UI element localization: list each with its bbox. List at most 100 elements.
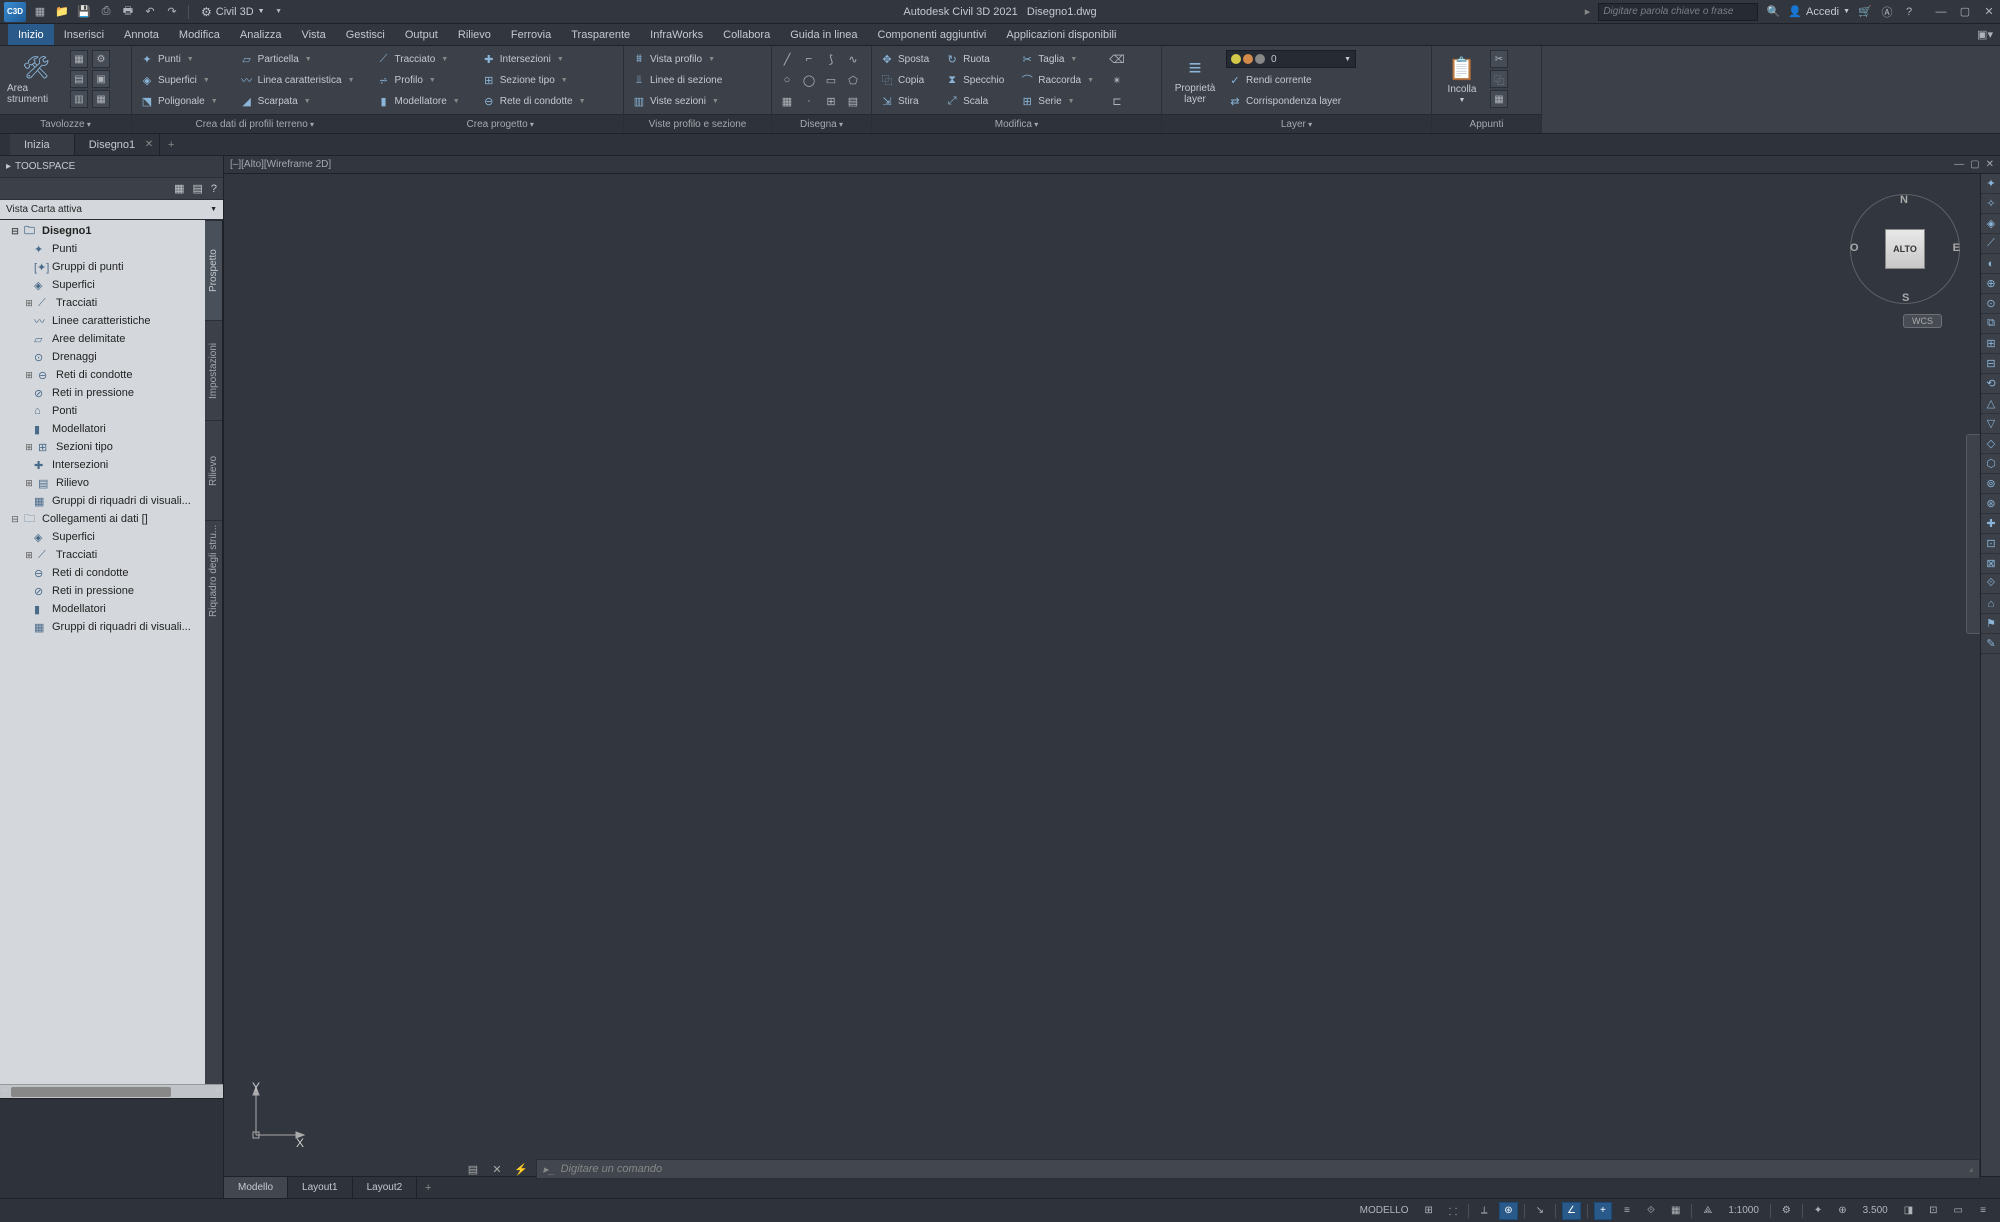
rt-btn[interactable]: ⌂ xyxy=(1981,594,2000,614)
status-model[interactable]: MODELLO xyxy=(1355,1202,1414,1220)
drawing-canvas[interactable]: N S E O ALTO WCS Y X ✦ ✧ ◈ ⟋ ◐ ⊕ ⊙ xyxy=(224,174,2000,1176)
circle-icon[interactable]: ○ xyxy=(778,71,796,89)
stira-button[interactable]: ⇲Stira xyxy=(878,92,931,110)
tab-overflow-icon[interactable]: ▣▾ xyxy=(1978,28,1992,42)
sposta-button[interactable]: ✥Sposta xyxy=(878,50,931,68)
tree-node[interactable]: ◈Superfici xyxy=(0,528,205,546)
polyline-icon[interactable]: ⌐ xyxy=(800,50,818,68)
status-polar-icon[interactable]: ⊛ xyxy=(1499,1202,1517,1220)
tab-trasparente[interactable]: Trasparente xyxy=(561,24,640,45)
incolla-button[interactable]: 📋 Incolla▼ xyxy=(1438,50,1486,110)
vista-profilo-dropdown[interactable]: ⩩Vista profilo▼ xyxy=(630,50,724,68)
tree-node[interactable]: ◈Superfici xyxy=(0,276,205,294)
palette-btn-1[interactable]: ▦ xyxy=(70,50,88,68)
ruota-button[interactable]: ↻Ruota xyxy=(943,50,1006,68)
cart-icon[interactable]: 🛒 xyxy=(1858,5,1872,19)
viewcube-o[interactable]: O xyxy=(1850,242,1859,254)
tab-annota[interactable]: Annota xyxy=(114,24,169,45)
punti-dropdown[interactable]: ✦Punti▼ xyxy=(138,50,220,68)
status-clean-icon[interactable]: ▭ xyxy=(1949,1202,1968,1220)
rt-btn[interactable]: ⟋ xyxy=(1981,234,2000,254)
tree-node[interactable]: ⊞⊖Reti di condotte xyxy=(0,366,205,384)
tree-node[interactable]: [✦]Gruppi di punti xyxy=(0,258,205,276)
specchio-button[interactable]: ⧗Specchio xyxy=(943,71,1006,89)
vp-close-icon[interactable]: ✕ xyxy=(1986,159,1994,170)
paste-spec-button[interactable]: ▦ xyxy=(1490,90,1508,108)
qat-redo-icon[interactable]: ↷ xyxy=(164,4,180,20)
status-decimal[interactable]: 3.500 xyxy=(1858,1202,1893,1220)
cut-button[interactable]: ✂ xyxy=(1490,50,1508,68)
scala-button[interactable]: ⤢Scala xyxy=(943,92,1006,110)
filetab-disegno1[interactable]: Disegno1✕ xyxy=(75,134,160,155)
ts-pin-icon[interactable]: ▸ xyxy=(6,161,11,172)
tab-ferrovia[interactable]: Ferrovia xyxy=(501,24,561,45)
qat-new-icon[interactable]: ▦ xyxy=(32,4,48,20)
sezione-tipo-dropdown[interactable]: ⊞Sezione tipo▼ xyxy=(480,71,588,89)
qat-more-icon[interactable]: ▼ xyxy=(271,4,287,20)
proprieta-layer-button[interactable]: ≡ Proprietà layer xyxy=(1168,50,1222,110)
vp-min-icon[interactable]: — xyxy=(1954,159,1964,170)
layouttab-modello[interactable]: Modello xyxy=(224,1177,288,1198)
viewcube-n[interactable]: N xyxy=(1900,194,1908,206)
tree-node[interactable]: ⊞⊞Sezioni tipo xyxy=(0,438,205,456)
status-qp-icon[interactable]: ▦ xyxy=(1666,1202,1685,1220)
signin-button[interactable]: 👤Accedi▼ xyxy=(1788,5,1850,18)
sidetab-riquadro[interactable]: Riquadro degli stru... xyxy=(205,520,222,620)
tree-root2[interactable]: ⊟🗀Collegamenti ai dati [] xyxy=(0,510,205,528)
tree-root[interactable]: ⊟🗀Disegno1 xyxy=(0,222,205,240)
toolspace-tree[interactable]: ⊟🗀Disegno1 ✦Punti [✦]Gruppi di punti ◈Su… xyxy=(0,220,205,1084)
sidetab-impostazioni[interactable]: Impostazioni xyxy=(205,320,222,420)
panel-title-disegna[interactable]: Disegna xyxy=(800,119,843,130)
copy-clip-button[interactable]: ⿻ xyxy=(1490,70,1508,88)
ts-tool-2[interactable]: ▤ xyxy=(192,182,202,195)
tab-inizio[interactable]: Inizio xyxy=(8,24,54,45)
command-input[interactable]: ▸_ Digitare un comando ▴ xyxy=(536,1159,1980,1179)
explode-icon[interactable]: ✴ xyxy=(1108,71,1126,89)
tab-vista[interactable]: Vista xyxy=(291,24,335,45)
tree-node[interactable]: ✦Punti xyxy=(0,240,205,258)
rt-btn[interactable]: ▽ xyxy=(1981,414,2000,434)
copia-button[interactable]: ⿻Copia xyxy=(878,71,931,89)
tree-node[interactable]: ⊞⟋Tracciati xyxy=(0,294,205,312)
hatch-icon[interactable]: ▦ xyxy=(778,92,796,110)
tracciato-dropdown[interactable]: ⟋Tracciato▼ xyxy=(375,50,462,68)
sidetab-rilievo[interactable]: Rilievo xyxy=(205,420,222,520)
rt-btn[interactable]: ⚑ xyxy=(1981,614,2000,634)
rendi-corrente-button[interactable]: ✓Rendi corrente xyxy=(1226,71,1425,89)
offset-icon[interactable]: ⊏ xyxy=(1108,92,1126,110)
scarpata-dropdown[interactable]: ◢Scarpata▼ xyxy=(238,92,357,110)
rt-btn[interactable]: ⟲ xyxy=(1981,374,2000,394)
modellatore-dropdown[interactable]: ▮Modellatore▼ xyxy=(375,92,462,110)
line-icon[interactable]: ╱ xyxy=(778,50,796,68)
qat-saveas-icon[interactable]: ⎙ xyxy=(98,4,114,20)
palette-btn-4[interactable]: ⚙ xyxy=(92,50,110,68)
app-store-icon[interactable]: Ⓐ xyxy=(1880,5,1894,19)
tree-node[interactable]: ▮Modellatori xyxy=(0,600,205,618)
status-dyn-icon[interactable]: + xyxy=(1594,1202,1612,1220)
viewcube-e[interactable]: E xyxy=(1953,242,1960,254)
layouttab-layout1[interactable]: Layout1 xyxy=(288,1177,353,1198)
intersezioni-dropdown[interactable]: ✚Intersezioni▼ xyxy=(480,50,588,68)
status-iso-icon[interactable]: ◨ xyxy=(1899,1202,1918,1220)
rt-btn[interactable]: ⊟ xyxy=(1981,354,2000,374)
panel-title-tavolozze[interactable]: Tavolozze xyxy=(40,119,91,130)
panel-title-crea-dati[interactable]: Crea dati di profili terreno xyxy=(132,119,378,130)
rt-btn[interactable]: ⊕ xyxy=(1981,274,2000,294)
viewcube-face[interactable]: ALTO xyxy=(1885,229,1925,269)
vp-max-icon[interactable]: ▢ xyxy=(1970,159,1979,170)
layouttab-layout2[interactable]: Layout2 xyxy=(353,1177,418,1198)
status-annoscale-icon[interactable]: ⟁ xyxy=(1698,1202,1717,1220)
toolspace-view-combo[interactable]: Vista Carta attiva▼ xyxy=(0,200,223,220)
minimize-icon[interactable]: — xyxy=(1934,5,1948,19)
tab-componenti[interactable]: Componenti aggiuntivi xyxy=(868,24,997,45)
status-grid-icon[interactable]: ⊞ xyxy=(1420,1202,1438,1220)
layer-combo[interactable]: 0 ▼ xyxy=(1226,50,1356,68)
cmd-history-icon[interactable]: ▤ xyxy=(464,1160,482,1178)
rt-btn[interactable]: ⬡ xyxy=(1981,454,2000,474)
corrispondenza-layer-button[interactable]: ⇄Corrispondenza layer xyxy=(1226,92,1425,110)
panel-title-layer[interactable]: Layer xyxy=(1281,119,1312,130)
viewcube-s[interactable]: S xyxy=(1902,292,1909,304)
tree-node[interactable]: ▱Aree delimitate xyxy=(0,330,205,348)
filetab-inizia[interactable]: Inizia xyxy=(10,134,75,155)
tab-collabora[interactable]: Collabora xyxy=(713,24,780,45)
